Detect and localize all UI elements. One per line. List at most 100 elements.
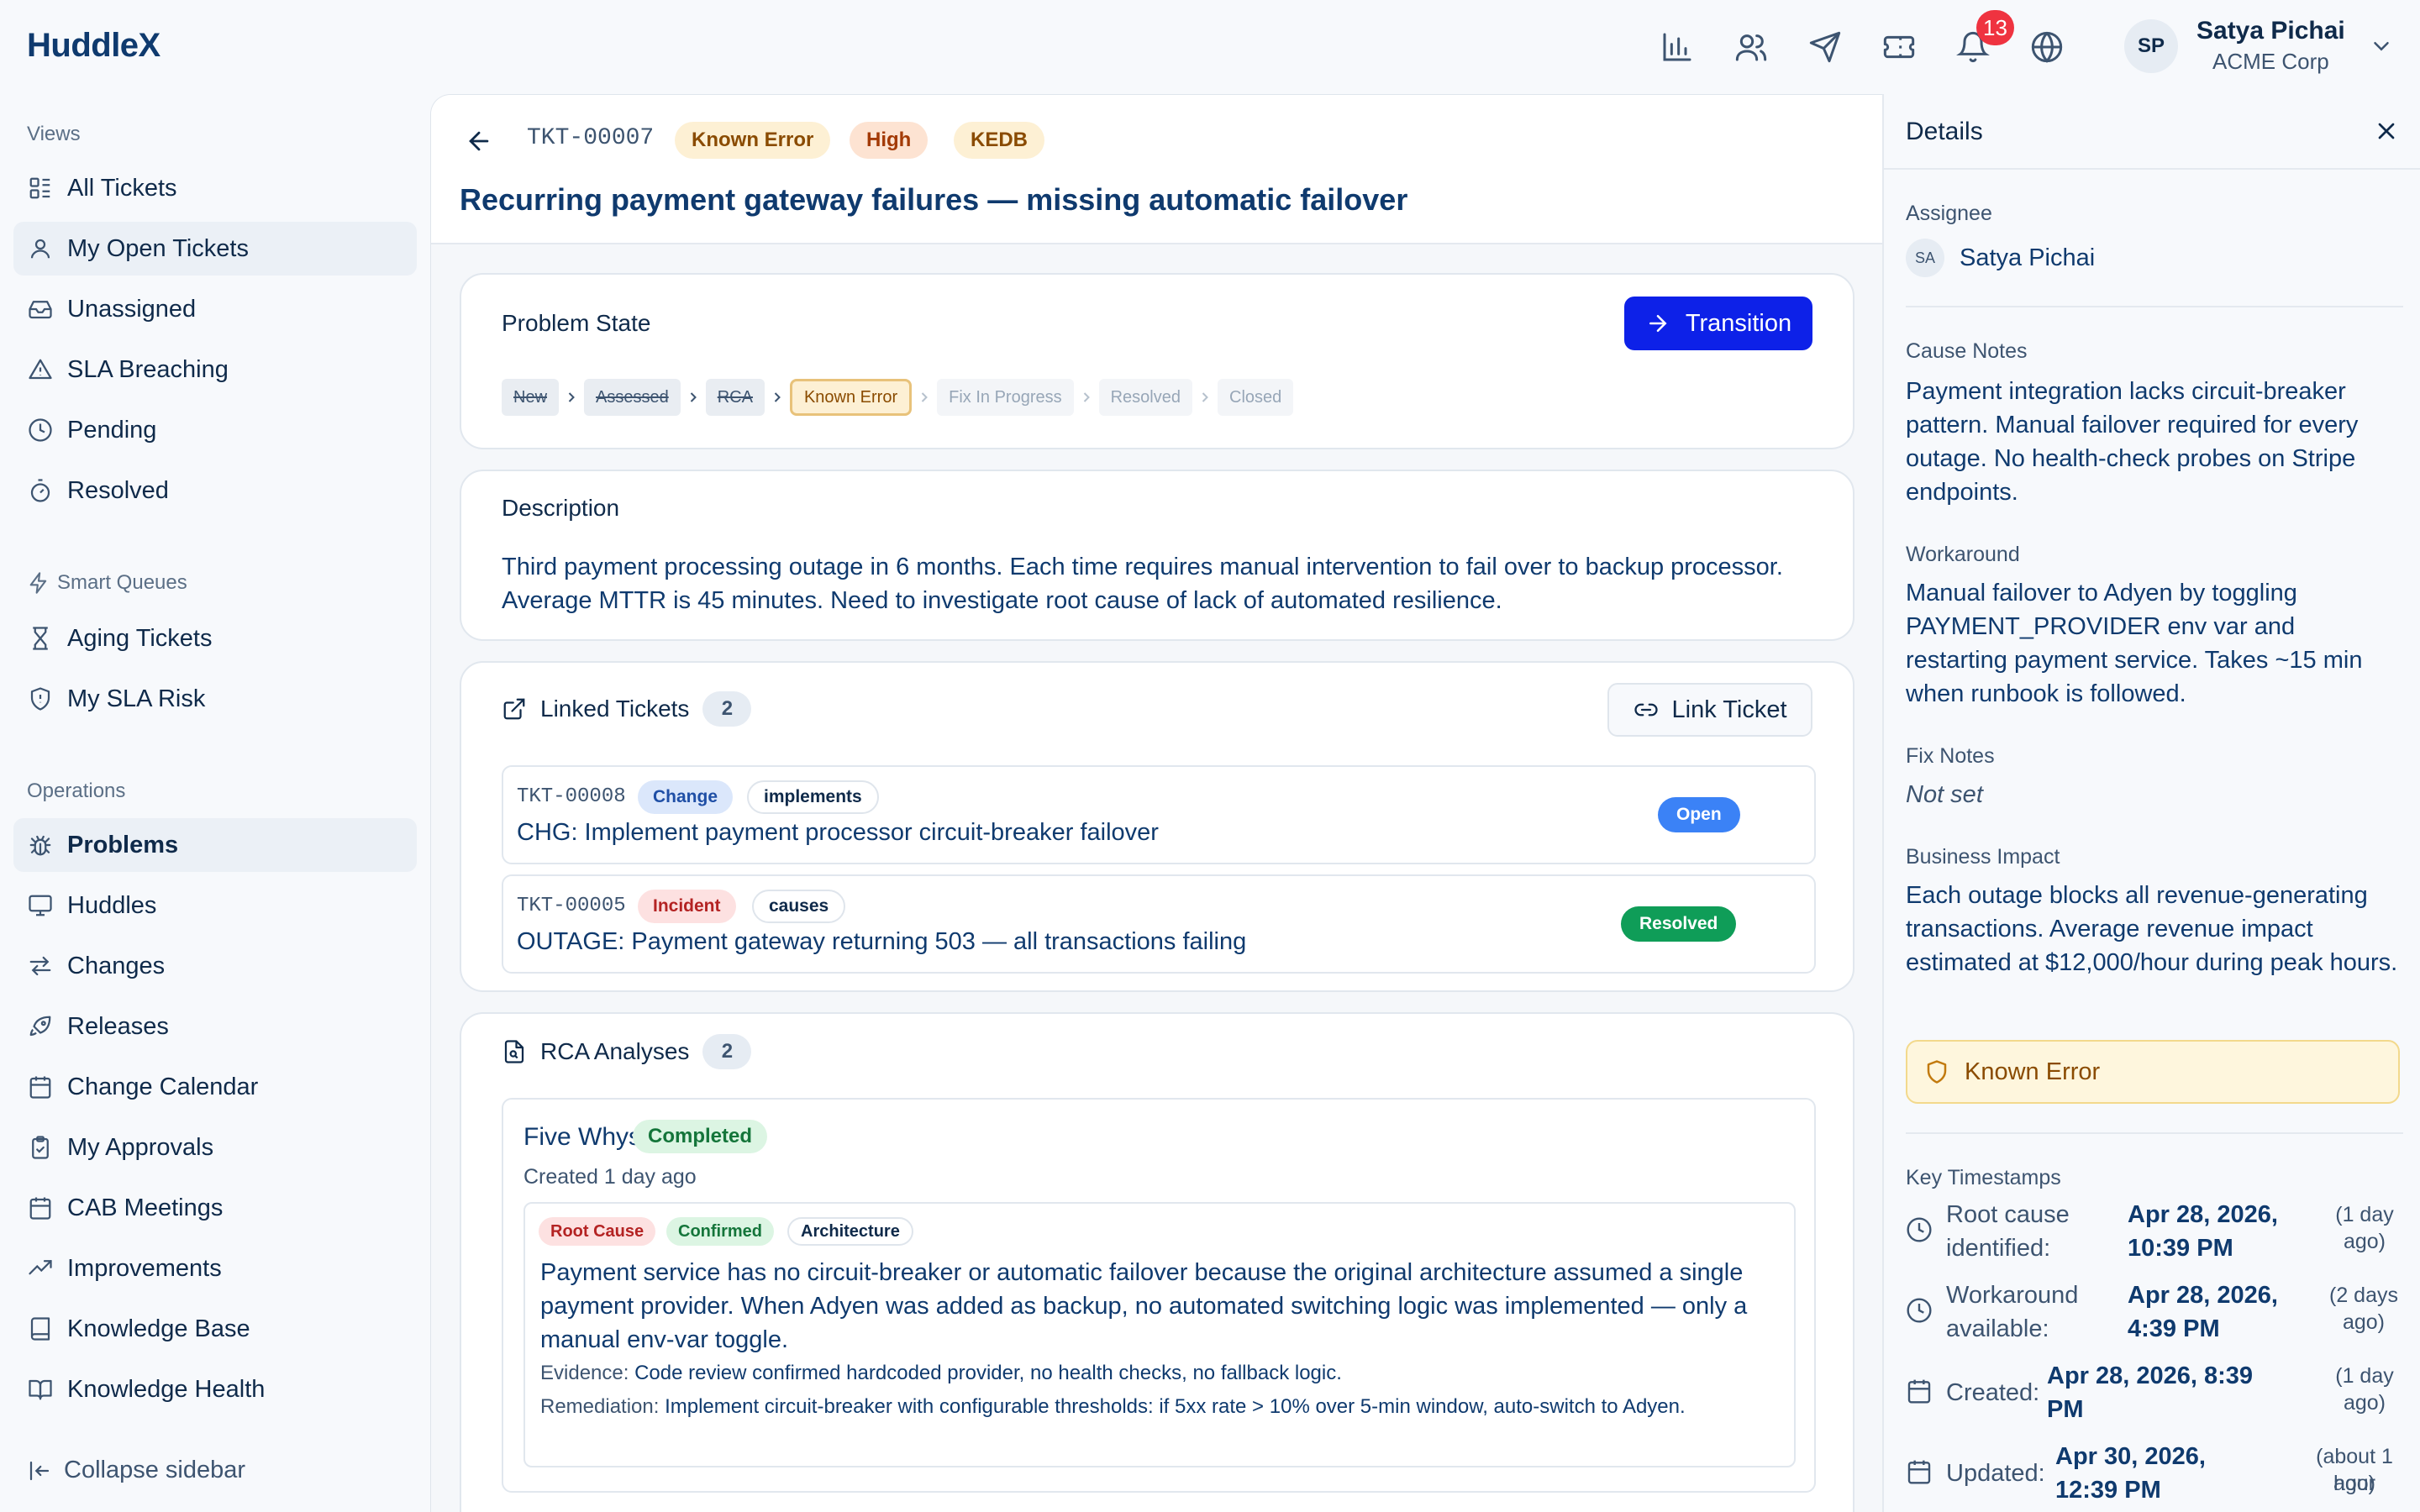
sidebar-item-sla-breaching[interactable]: SLA Breaching xyxy=(13,343,417,396)
type-badge: Incident xyxy=(638,890,736,923)
count-badge: 2 xyxy=(702,691,752,727)
problem-state-card: Problem State Transition New Assessed RC… xyxy=(460,273,1854,449)
divider xyxy=(1906,306,2403,307)
chevron-right-icon xyxy=(912,389,937,406)
section-label: Smart Queues xyxy=(57,571,187,594)
linked-ticket-row[interactable]: TKT-00005 Incident causes OUTAGE: Paymen… xyxy=(502,874,1816,974)
evidence-label: Evidence: xyxy=(540,1362,629,1384)
assignee-name: Satya Pichai xyxy=(1960,244,2096,271)
assignee-label: Assignee xyxy=(1906,202,1992,225)
team-icon[interactable] xyxy=(1731,27,1771,67)
description-card: Description Third payment processing out… xyxy=(460,470,1854,641)
sidebar-item-change-calendar[interactable]: Change Calendar xyxy=(13,1060,417,1114)
calendar-icon xyxy=(1906,1458,1933,1485)
sidebar-item-unassigned[interactable]: Unassigned xyxy=(13,282,417,336)
category-tag: Architecture xyxy=(787,1217,913,1246)
collapse-sidebar-button[interactable]: Collapse sidebar xyxy=(27,1457,245,1484)
sidebar-item-label: My Open Tickets xyxy=(67,234,249,262)
timestamp-label: Workaround xyxy=(1946,1282,2079,1309)
linked-ticket-row[interactable]: TKT-00008 Change implements CHG: Impleme… xyxy=(502,765,1816,864)
timestamp-relative: (2 days xyxy=(2329,1284,2398,1307)
timestamp-relative: (1 day xyxy=(2335,1203,2394,1226)
linked-ticket-title: OUTAGE: Payment gateway returning 503 — … xyxy=(517,928,1247,955)
timer-icon xyxy=(27,477,54,504)
card-title: Linked Tickets 2 xyxy=(502,691,752,727)
workaround-label: Workaround xyxy=(1906,543,2020,566)
step-new: New xyxy=(502,379,560,416)
sidebar-item-huddles[interactable]: Huddles xyxy=(13,879,417,932)
sidebar-item-cab-meetings[interactable]: CAB Meetings xyxy=(13,1181,417,1235)
globe-icon[interactable] xyxy=(2027,27,2067,67)
trend-up-icon xyxy=(27,1255,54,1282)
chevron-down-icon[interactable] xyxy=(2369,34,2394,59)
section-smart-queues: Smart Queues xyxy=(27,571,187,595)
card-title: RCA Analyses 2 xyxy=(502,1034,752,1069)
timestamp-value: Apr 30, 2026, xyxy=(2055,1443,2206,1470)
sidebar-item-all-tickets[interactable]: All Tickets xyxy=(13,161,417,215)
send-icon[interactable] xyxy=(1805,27,1845,67)
transition-label: Transition xyxy=(1685,309,1792,337)
sidebar-item-aging-tickets[interactable]: Aging Tickets xyxy=(13,612,417,665)
confirmed-tag: Confirmed xyxy=(666,1217,774,1246)
count-badge: 2 xyxy=(702,1034,752,1069)
priority-badge: High xyxy=(850,122,929,159)
sidebar-item-label: Improvements xyxy=(67,1254,222,1282)
rca-finding: Root Cause Confirmed Architecture Paymen… xyxy=(523,1202,1796,1467)
timestamp-relative: ago) xyxy=(2343,1230,2386,1253)
timestamp-label: Created: xyxy=(1946,1379,2040,1406)
user-org: ACME Corp xyxy=(2212,49,2329,74)
step-resolved: Resolved xyxy=(1098,379,1192,416)
sidebar-item-label: Pending xyxy=(67,416,157,444)
status-badge: Resolved xyxy=(1621,906,1737,942)
sidebar-item-label: My Approvals xyxy=(67,1133,214,1161)
sidebar-item-label: Unassigned xyxy=(67,295,197,323)
created-text: Created 1 day ago xyxy=(523,1165,697,1189)
status-badge: Completed xyxy=(633,1120,768,1153)
sidebar: Views All Tickets My Open Tickets Unassi… xyxy=(0,94,430,1512)
rocket-icon xyxy=(27,1013,54,1040)
sidebar-item-my-sla-risk[interactable]: My SLA Risk xyxy=(13,672,417,726)
timestamp-value: 10:39 PM xyxy=(2128,1235,2233,1262)
close-icon[interactable] xyxy=(2373,118,2400,144)
ticket-icon[interactable] xyxy=(1879,27,1919,67)
fix-notes: Not set xyxy=(1906,781,1983,808)
sidebar-item-releases[interactable]: Releases xyxy=(13,1000,417,1053)
monitor-icon xyxy=(27,892,54,919)
avatar: SP xyxy=(2124,18,2178,73)
calendar-icon xyxy=(1906,1378,1933,1404)
step-assessed: Assessed xyxy=(584,379,681,416)
sidebar-item-label: Knowledge Base xyxy=(67,1315,250,1342)
assignee[interactable]: SA Satya Pichai xyxy=(1906,239,2095,277)
sidebar-item-my-open-tickets[interactable]: My Open Tickets xyxy=(13,222,417,276)
user-menu[interactable]: SP Satya Pichai ACME Corp xyxy=(2124,17,2394,75)
rca-item[interactable]: Five Whys Completed Created 1 day ago Ro… xyxy=(502,1098,1816,1493)
book-open-icon xyxy=(27,1376,54,1403)
link-ticket-button[interactable]: Link Ticket xyxy=(1607,683,1812,737)
relation-badge: causes xyxy=(752,890,846,923)
timestamps-label: Key Timestamps xyxy=(1906,1166,2061,1189)
app-logo[interactable]: HuddleX xyxy=(27,27,160,65)
workaround-text: Manual failover to Adyen by toggling PAY… xyxy=(1906,580,2363,707)
sidebar-item-pending[interactable]: Pending xyxy=(13,403,417,457)
transition-button[interactable]: Transition xyxy=(1624,297,1812,350)
section-operations: Operations xyxy=(27,780,126,802)
sidebar-item-changes[interactable]: Changes xyxy=(13,939,417,993)
remediation-value: Implement circuit-breaker with configura… xyxy=(665,1395,1686,1418)
back-arrow-icon[interactable] xyxy=(465,127,498,160)
sidebar-item-resolved[interactable]: Resolved xyxy=(13,464,417,517)
sidebar-item-knowledge-base[interactable]: Knowledge Base xyxy=(13,1302,417,1356)
swap-icon xyxy=(27,953,54,979)
analytics-icon[interactable] xyxy=(1657,27,1697,67)
timestamp-root-cause: Root cause identified: Apr 28, 2026, 10:… xyxy=(1906,1198,2410,1265)
clock-icon xyxy=(1906,1216,1933,1243)
impact-label: Business Impact xyxy=(1906,845,2060,869)
user-name: Satya Pichai xyxy=(2196,17,2345,45)
sidebar-item-problems[interactable]: Problems xyxy=(13,818,417,872)
sidebar-item-my-approvals[interactable]: My Approvals xyxy=(13,1121,417,1174)
card-title: Problem State xyxy=(502,310,651,336)
sidebar-item-label: All Tickets xyxy=(67,174,177,202)
step-rca: RCA xyxy=(705,379,765,416)
sidebar-item-improvements[interactable]: Improvements xyxy=(13,1242,417,1295)
card-title: Description xyxy=(502,495,620,521)
sidebar-item-knowledge-health[interactable]: Knowledge Health xyxy=(13,1362,417,1416)
